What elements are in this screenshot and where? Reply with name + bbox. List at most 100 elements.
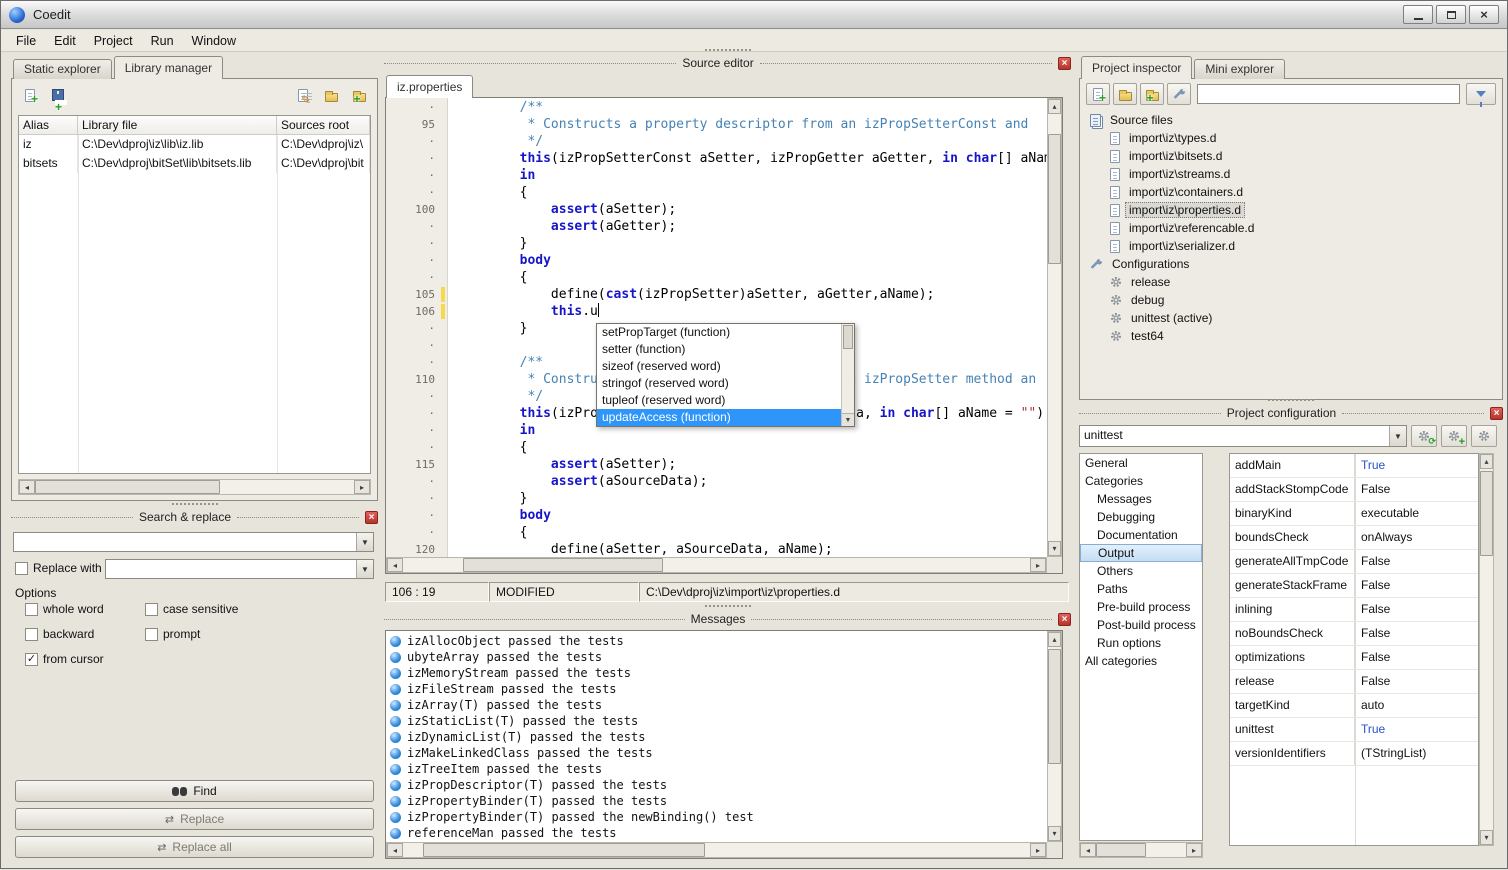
completion-scrollbar[interactable]: ▼ xyxy=(841,324,854,426)
message-row[interactable]: izMakeLinkedClass passed the tests xyxy=(386,745,1047,761)
checkbox-whole-word[interactable]: whole word xyxy=(25,602,145,616)
category-others[interactable]: Others xyxy=(1080,562,1202,580)
tab-project-inspector[interactable]: Project inspector xyxy=(1081,56,1192,79)
message-row[interactable]: ubyteArray passed the tests xyxy=(386,649,1047,665)
replace-all-button[interactable]: ⇄ Replace all xyxy=(15,836,374,858)
code-line[interactable]: /** xyxy=(457,99,1047,116)
message-row[interactable]: izStaticList(T) passed the tests xyxy=(386,713,1047,729)
tab-library-manager[interactable]: Library manager xyxy=(114,56,223,79)
splitter-grip[interactable] xyxy=(1268,399,1314,401)
code-line[interactable]: this.u xyxy=(457,303,1047,320)
chevron-down-icon[interactable]: ▼ xyxy=(356,560,373,578)
tree-item-import-iz-bitsets-d[interactable]: import\iz\bitsets.d xyxy=(1084,147,1498,165)
close-panel-icon[interactable] xyxy=(1490,407,1503,420)
property-value[interactable]: False xyxy=(1355,670,1478,693)
scroll-down-button[interactable]: ▾ xyxy=(1048,541,1061,556)
property-row[interactable]: targetKindauto xyxy=(1230,694,1478,718)
column-header-library-file[interactable]: Library file xyxy=(78,116,277,134)
code-line[interactable]: assert(aSourceData); xyxy=(457,473,1047,490)
replace-term-combobox[interactable]: ▼ xyxy=(105,559,374,579)
scroll-right-button[interactable]: ▸ xyxy=(1030,558,1046,572)
code-line[interactable]: { xyxy=(457,439,1047,456)
code-line[interactable]: } xyxy=(457,490,1047,507)
scroll-down-button[interactable]: ▾ xyxy=(1480,830,1493,845)
property-row[interactable]: noBoundsCheckFalse xyxy=(1230,622,1478,646)
tab-mini-explorer[interactable]: Mini explorer xyxy=(1194,59,1285,79)
scroll-up-button[interactable]: ▴ xyxy=(1480,454,1493,469)
editor-vscrollbar[interactable]: ▴ ▾ xyxy=(1047,98,1062,557)
menu-edit[interactable]: Edit xyxy=(45,31,85,51)
table-row[interactable]: bitsetsC:\Dev\dproj\bitSet\lib\bitsets.l… xyxy=(19,154,370,173)
completion-item[interactable]: setPropTarget (function) xyxy=(597,324,841,341)
code-line[interactable]: { xyxy=(457,269,1047,286)
code-line[interactable]: assert(aGetter); xyxy=(457,218,1047,235)
tree-item-import-iz-properties-d[interactable]: import\iz\properties.d xyxy=(1084,201,1498,219)
property-row[interactable]: binaryKindexecutable xyxy=(1230,502,1478,526)
scrollbar-thumb[interactable] xyxy=(1480,471,1493,556)
scroll-up-button[interactable]: ▴ xyxy=(1048,99,1061,114)
add-folder-button[interactable] xyxy=(1140,83,1164,105)
search-term-combobox[interactable]: ▼ xyxy=(13,532,374,552)
category-paths[interactable]: Paths xyxy=(1080,580,1202,598)
property-value[interactable]: False xyxy=(1355,550,1478,573)
messages-hscrollbar[interactable]: ◂ ▸ xyxy=(386,842,1047,858)
message-row[interactable]: izDynamicList(T) passed the tests xyxy=(386,729,1047,745)
menu-file[interactable]: File xyxy=(7,31,45,51)
messages-vscrollbar[interactable]: ▴ ▾ xyxy=(1047,631,1062,842)
message-row[interactable]: izPropertyBinder(T) passed the tests xyxy=(386,793,1047,809)
menu-window[interactable]: Window xyxy=(183,31,245,51)
column-header-sources-root[interactable]: Sources root xyxy=(277,116,370,134)
scroll-left-button[interactable]: ◂ xyxy=(387,843,403,857)
open-library-folder-button[interactable] xyxy=(318,82,344,108)
tree-item-import-iz-serializer-d[interactable]: import\iz\serializer.d xyxy=(1084,237,1498,255)
completion-item[interactable]: setter (function) xyxy=(597,341,841,358)
checkbox-prompt[interactable]: prompt xyxy=(145,627,295,641)
property-row[interactable]: addMainTrue xyxy=(1230,454,1478,478)
menu-run[interactable]: Run xyxy=(142,31,183,51)
minimize-button[interactable] xyxy=(1403,5,1433,24)
scroll-right-button[interactable]: ▸ xyxy=(1030,843,1046,857)
code-line[interactable]: } xyxy=(457,235,1047,252)
message-row[interactable]: izTreeItem passed the tests xyxy=(386,761,1047,777)
splitter-grip[interactable] xyxy=(705,49,751,51)
code-line[interactable]: assert(aSetter); xyxy=(457,201,1047,218)
message-row[interactable]: izAllocObject passed the tests xyxy=(386,633,1047,649)
property-value[interactable]: False xyxy=(1355,622,1478,645)
code-line[interactable]: { xyxy=(457,184,1047,201)
category-post-build-process[interactable]: Post-build process xyxy=(1080,616,1202,634)
filter-button[interactable] xyxy=(1466,83,1496,105)
scrollbar-thumb[interactable] xyxy=(1048,649,1061,764)
library-hscrollbar[interactable]: ◂ ▸ xyxy=(18,479,371,495)
code-line[interactable]: * Constructs a property descriptor from … xyxy=(457,116,1047,133)
column-header-alias[interactable]: Alias xyxy=(19,116,78,134)
property-row[interactable]: generateStackFrameFalse xyxy=(1230,574,1478,598)
property-row[interactable]: addStackStompCodeFalse xyxy=(1230,478,1478,502)
maximize-button[interactable] xyxy=(1436,5,1466,24)
scrollbar-thumb[interactable] xyxy=(463,558,663,572)
menu-project[interactable]: Project xyxy=(85,31,142,51)
code-line[interactable]: in xyxy=(457,167,1047,184)
tree-item-source-files[interactable]: Source files xyxy=(1084,111,1498,129)
completion-item[interactable]: sizeof (reserved word) xyxy=(597,358,841,375)
edit-library-button[interactable] xyxy=(290,82,316,108)
scrollbar-thumb[interactable] xyxy=(423,843,705,857)
tree-item-debug[interactable]: debug xyxy=(1084,291,1498,309)
property-value[interactable]: onAlways xyxy=(1355,526,1478,549)
checkbox-from-cursor[interactable]: from cursor xyxy=(25,652,145,666)
chevron-down-icon[interactable]: ▼ xyxy=(1389,426,1406,446)
tab-static-explorer[interactable]: Static explorer xyxy=(13,59,112,79)
save-library-list-button[interactable] xyxy=(45,82,71,108)
tree-item-release[interactable]: release xyxy=(1084,273,1498,291)
code-line[interactable]: define(aSetter, aSourceData, aName); xyxy=(457,541,1047,557)
code-line[interactable]: body xyxy=(457,252,1047,269)
property-row[interactable]: generateAllTmpCodeFalse xyxy=(1230,550,1478,574)
message-row[interactable]: izPropertyBinder(T) passed the newBindin… xyxy=(386,809,1047,825)
property-value[interactable]: True xyxy=(1355,454,1478,477)
tree-item-import-iz-containers-d[interactable]: import\iz\containers.d xyxy=(1084,183,1498,201)
property-row[interactable]: boundsCheckonAlways xyxy=(1230,526,1478,550)
find-button[interactable]: Find xyxy=(15,780,374,802)
tree-item-import-iz-referencable-d[interactable]: import\iz\referencable.d xyxy=(1084,219,1498,237)
close-button[interactable]: × xyxy=(1469,5,1499,24)
category-pre-build-process[interactable]: Pre-build process xyxy=(1080,598,1202,616)
message-row[interactable]: izMemoryStream passed the tests xyxy=(386,665,1047,681)
